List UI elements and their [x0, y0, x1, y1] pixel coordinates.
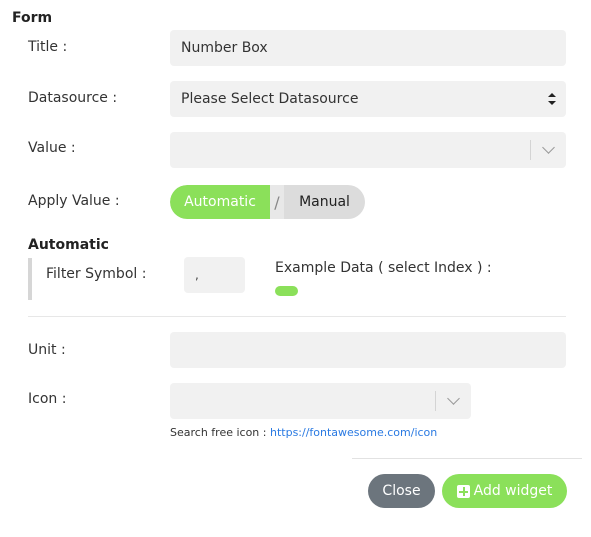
icon-label: Icon : [28, 391, 67, 407]
value-select[interactable] [170, 132, 566, 168]
title-input-value: Number Box [181, 40, 268, 56]
select-separator [530, 140, 531, 160]
automatic-section-heading: Automatic [28, 237, 109, 253]
chevron-down-icon[interactable] [542, 141, 555, 154]
toggle-manual[interactable]: Manual [284, 185, 365, 219]
apply-value-toggle: Automatic / Manual [170, 185, 365, 219]
datasource-label: Datasource : [28, 90, 118, 106]
close-button[interactable]: Close [368, 474, 435, 508]
value-label: Value : [28, 140, 76, 156]
footer-divider [352, 458, 582, 459]
add-widget-label: Add widget [473, 483, 553, 499]
form-heading: Form [12, 10, 53, 26]
chevron-down-icon[interactable] [447, 392, 460, 405]
filter-symbol-value: , [195, 268, 199, 282]
datasource-select-value: Please Select Datasource [181, 91, 359, 107]
icon-hint-text: Search free icon : [170, 426, 267, 439]
datasource-select[interactable]: Please Select Datasource [170, 81, 566, 117]
title-label: Title : [28, 39, 68, 55]
filter-symbol-label: Filter Symbol : [46, 266, 147, 282]
example-data-label: Example Data ( select Index ) : [275, 260, 492, 276]
example-data-index-chip[interactable] [275, 286, 298, 296]
fontawesome-link[interactable]: https://fontawesome.com/icon [270, 426, 437, 439]
divider [28, 316, 566, 317]
select-separator [435, 391, 436, 411]
add-widget-button[interactable]: Add widget [442, 474, 567, 508]
icon-hint: Search free icon : https://fontawesome.c… [170, 426, 437, 439]
icon-select[interactable] [170, 383, 471, 419]
toggle-separator: / [274, 192, 280, 212]
unit-label: Unit : [28, 342, 66, 358]
sort-caret-icon [548, 93, 556, 105]
title-input[interactable]: Number Box [170, 30, 566, 66]
unit-input[interactable] [170, 332, 566, 368]
plus-square-icon [456, 484, 470, 498]
filter-symbol-input[interactable]: , [184, 257, 245, 293]
apply-value-label: Apply Value : [28, 193, 120, 209]
toggle-automatic[interactable]: Automatic [170, 185, 270, 219]
section-indicator-bar [28, 258, 32, 300]
